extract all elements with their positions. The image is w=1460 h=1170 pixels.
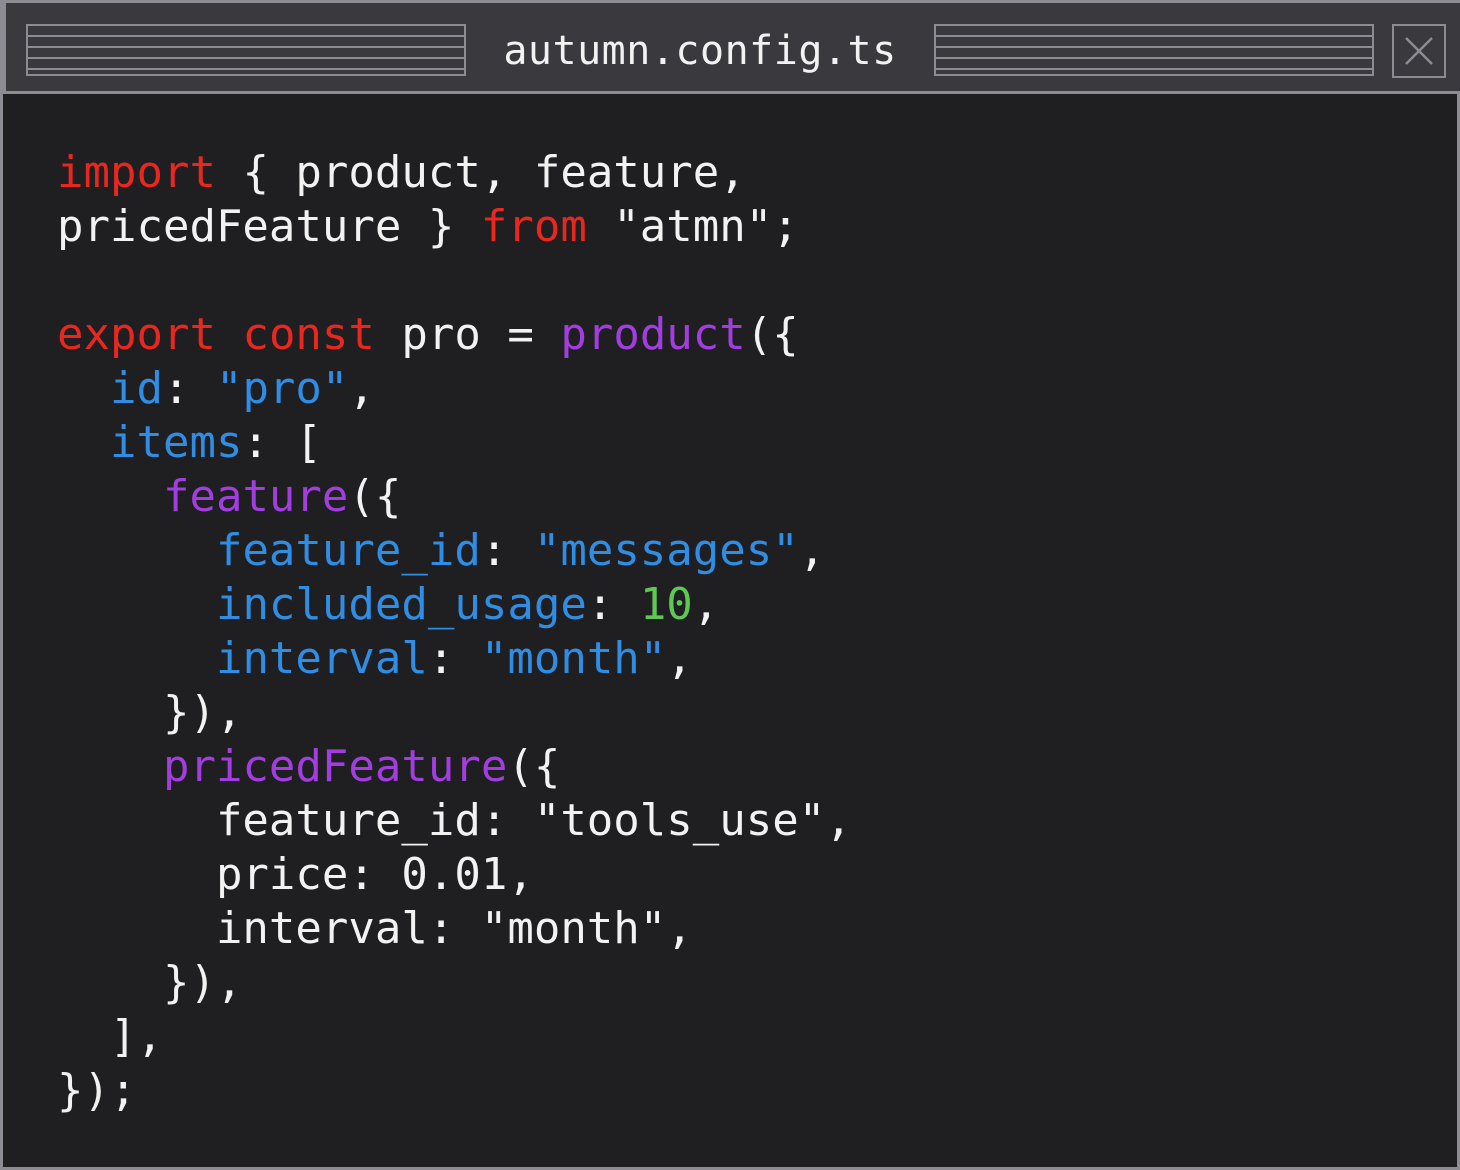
code-token: "messages" <box>533 525 799 576</box>
code-token: ({ <box>507 741 561 792</box>
code-token: "month" <box>480 633 667 684</box>
editor-window: autumn.config.ts import { product, featu… <box>0 0 1460 1170</box>
code-token: : <box>162 363 216 414</box>
code-token: }); <box>57 1065 137 1116</box>
code-token: : <box>427 633 481 684</box>
code-line: pricedFeature({ <box>57 740 852 794</box>
code-token: pricedFeature <box>162 741 508 792</box>
code-token: , <box>798 525 826 576</box>
code-token: : <box>586 579 640 630</box>
code-token: import <box>57 147 216 198</box>
code-token: , <box>666 633 693 684</box>
code-token: , <box>692 579 720 630</box>
code-token: interval <box>215 633 428 684</box>
code-token: included_usage <box>215 579 587 630</box>
code-token: feature_id <box>215 525 481 576</box>
code-line: included_usage: 10, <box>57 578 852 632</box>
code-token: 10 <box>639 579 693 630</box>
code-line: price: 0.01, <box>57 848 852 902</box>
code-token: feature <box>162 471 349 522</box>
code-token: { product, feature, <box>215 147 746 198</box>
code-token: export <box>57 309 216 360</box>
code-line: import { product, feature, <box>57 146 852 200</box>
code-line: ], <box>57 1010 852 1064</box>
code-token: : [ <box>242 417 322 468</box>
code-line: interval: "month", <box>57 632 852 686</box>
code-line: }), <box>57 956 852 1010</box>
code-editor[interactable]: import { product, feature, pricedFeature … <box>57 146 852 1118</box>
close-icon <box>1405 37 1433 65</box>
code-token: items <box>109 417 243 468</box>
code-line: export const pro = product({ <box>57 308 852 362</box>
code-token: pricedFeature } <box>57 201 481 252</box>
code-line: feature({ <box>57 470 852 524</box>
code-line: items: [ <box>57 416 852 470</box>
code-token: ({ <box>348 471 402 522</box>
titlebar-stripes-right <box>934 24 1374 76</box>
code-token: ], <box>57 1011 163 1062</box>
code-token: interval: "month", <box>57 903 693 954</box>
code-token: }), <box>57 957 243 1008</box>
code-line: id: "pro", <box>57 362 852 416</box>
code-line: }), <box>57 686 852 740</box>
code-token: product <box>560 309 746 360</box>
code-token: pro = <box>374 309 561 360</box>
code-token: price: 0.01, <box>57 849 534 900</box>
code-line: feature_id: "tools_use", <box>57 794 852 848</box>
code-line: interval: "month", <box>57 902 852 956</box>
code-line: feature_id: "messages", <box>57 524 852 578</box>
window-titlebar[interactable]: autumn.config.ts <box>3 0 1460 94</box>
code-token: , <box>348 363 375 414</box>
code-token: ({ <box>745 309 799 360</box>
code-token: from <box>480 201 587 252</box>
code-token: }), <box>57 687 243 738</box>
code-token: : <box>480 525 534 576</box>
code-token: const <box>242 309 375 360</box>
code-line: }); <box>57 1064 852 1118</box>
code-token: "pro" <box>215 363 349 414</box>
code-token: "atmn"; <box>586 201 799 252</box>
window-title: autumn.config.ts <box>503 28 897 74</box>
code-line: pricedFeature } from "atmn"; <box>57 200 852 254</box>
code-token: id <box>109 363 163 414</box>
code-token: feature_id: "tools_use", <box>57 795 852 846</box>
close-button[interactable] <box>1392 24 1446 78</box>
titlebar-stripes-left <box>26 24 466 76</box>
